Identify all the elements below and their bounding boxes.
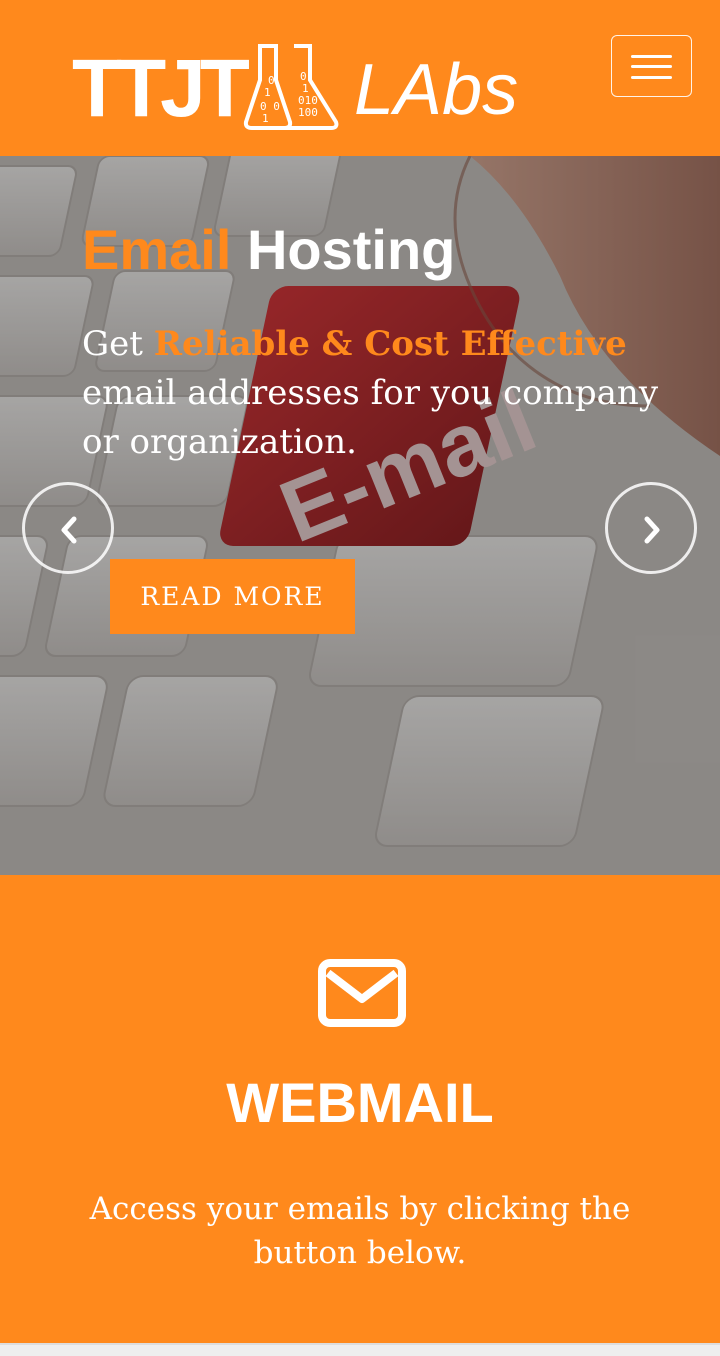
- envelope-icon: [318, 959, 406, 1027]
- slider-next-button[interactable]: [605, 482, 697, 574]
- hamburger-icon: [631, 55, 672, 58]
- webmail-title: WEBMAIL: [226, 1071, 494, 1134]
- logo-graphic: TTJT 01 0 01 01 010100 LAbs: [72, 43, 518, 132]
- hero-text-accent: Reliable & Cost Effective: [153, 324, 627, 364]
- logo[interactable]: TTJT 01 0 01 01 010 100 LAbs: [72, 40, 532, 132]
- read-more-button[interactable]: READ MORE: [110, 559, 355, 634]
- hero-slider: E-mail Email Hosting Get Reliable & Cost…: [0, 156, 720, 875]
- hero-description: Get Reliable & Cost Effective email addr…: [82, 320, 662, 467]
- site-header: TTJT 01 0 01 01 010 100 LAbs: [0, 0, 720, 156]
- hamburger-icon-bar: [631, 65, 672, 68]
- svg-text:LAbs: LAbs: [354, 50, 518, 130]
- svg-text:100: 100: [298, 106, 318, 119]
- hero-title-rest: Hosting: [246, 218, 456, 281]
- svg-text:TTJT: TTJT: [72, 43, 250, 132]
- next-section-edge: [0, 1343, 720, 1356]
- webmail-description: Access your emails by clicking the butto…: [89, 1191, 631, 1271]
- webmail-section: WEBMAIL Access your emails by clicking t…: [0, 875, 720, 1343]
- hero-title: Email Hosting: [82, 220, 455, 280]
- hero-text-suffix: email addresses for you company or organ…: [82, 373, 659, 462]
- chevron-right-icon: [644, 516, 660, 544]
- chevron-left-icon: [61, 516, 77, 544]
- slider-prev-button[interactable]: [22, 482, 114, 574]
- hamburger-icon-bar: [631, 76, 672, 79]
- svg-text:1: 1: [264, 86, 271, 99]
- hero-title-accent: Email: [82, 218, 232, 281]
- svg-text:1: 1: [262, 112, 269, 125]
- hero-text-prefix: Get: [82, 324, 143, 364]
- menu-toggle-button[interactable]: [611, 35, 692, 97]
